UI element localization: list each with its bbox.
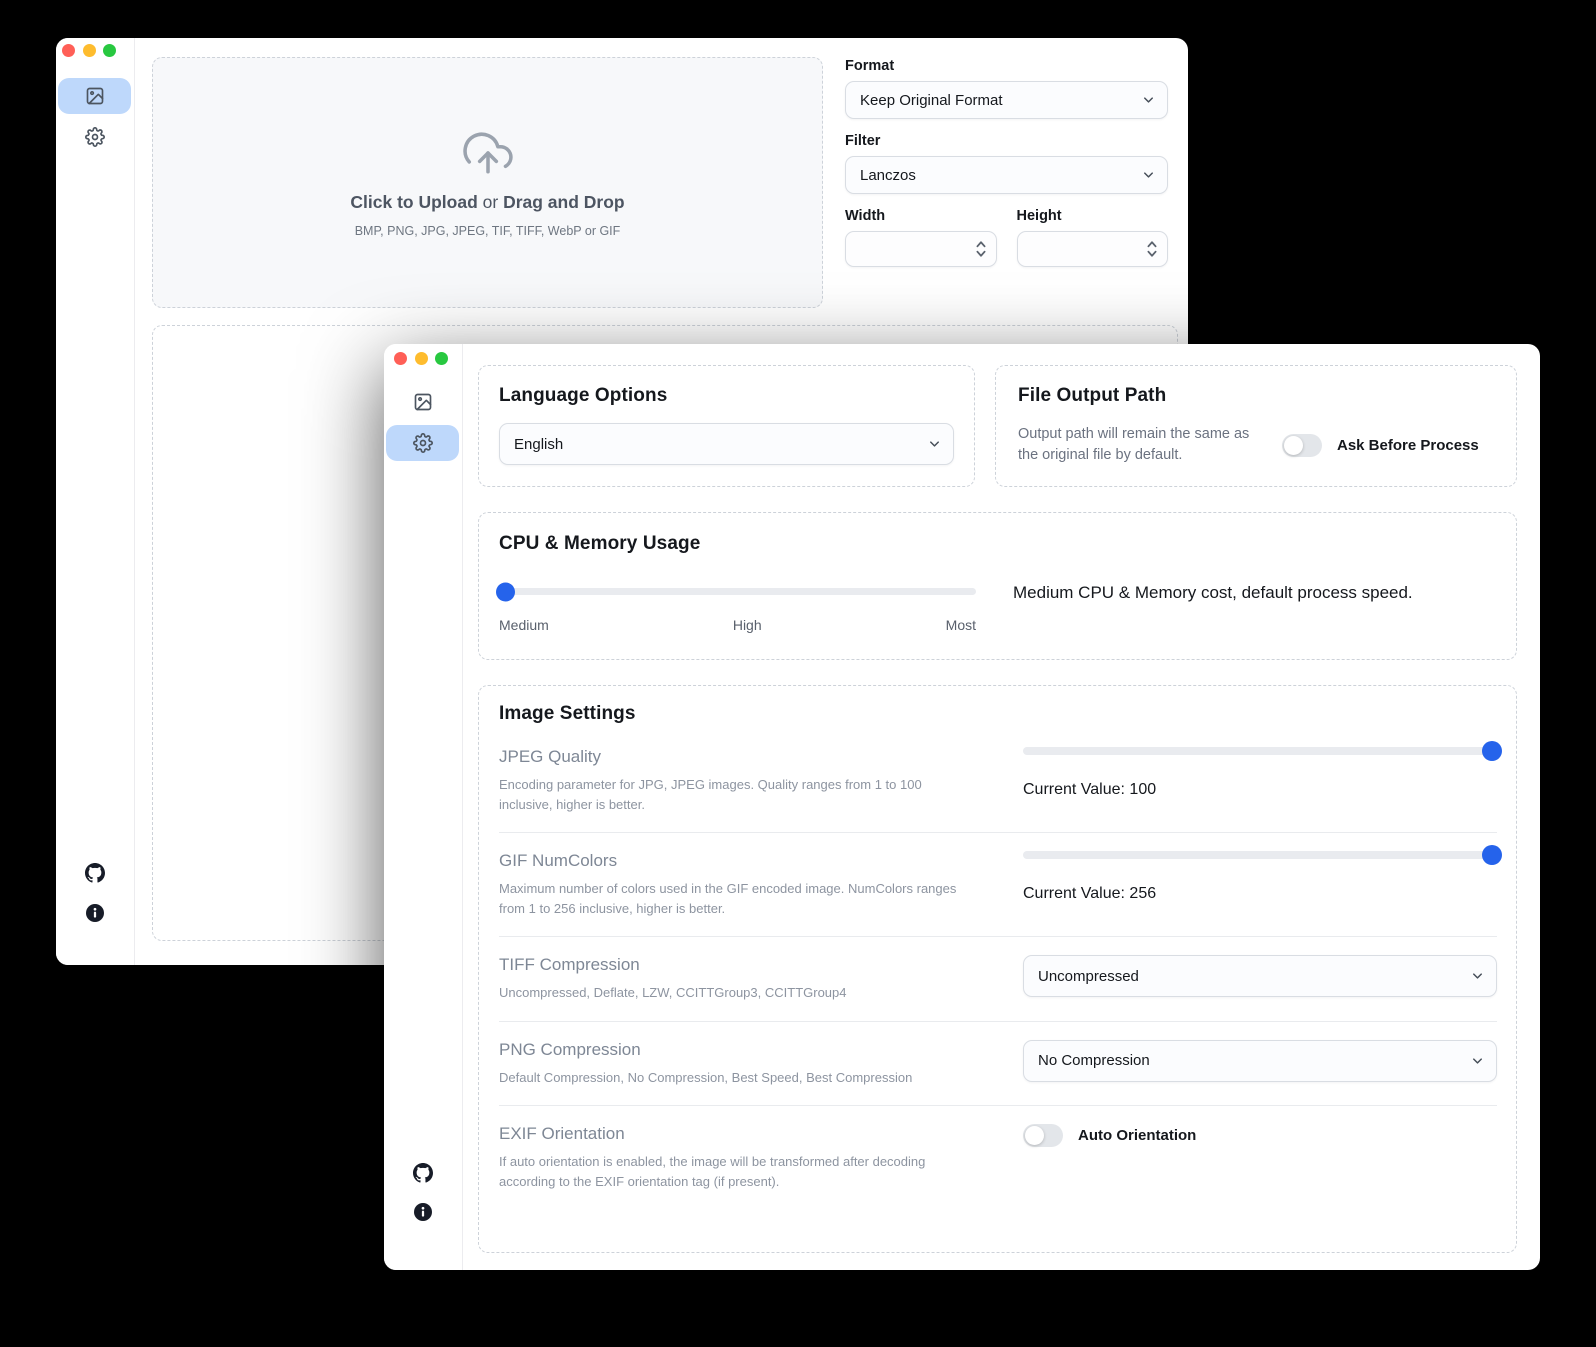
desktop: { "colors": { "accent": "#2563eb", "side… — [0, 0, 1596, 1347]
filter-select-value: Lanczos — [860, 167, 916, 184]
exif-orientation-description: If auto orientation is enabled, the imag… — [499, 1152, 977, 1191]
slider-knob[interactable] — [496, 582, 515, 601]
height-input-wrap — [1017, 231, 1169, 267]
images-icon — [413, 392, 433, 412]
sidebar-item-settings[interactable] — [386, 425, 459, 461]
tiff-compression-value: Uncompressed — [1038, 968, 1139, 985]
cpu-memory-section: CPU & Memory Usage Medium High Most Medi… — [478, 512, 1517, 660]
format-select[interactable]: Keep Original Format — [845, 81, 1168, 119]
gif-numcolors-current-value: Current Value: 256 — [1023, 885, 1497, 903]
width-label: Width — [845, 208, 997, 224]
chevron-down-icon — [1141, 93, 1156, 108]
chevron-down-icon — [1470, 969, 1485, 984]
toggle-knob — [1025, 1126, 1044, 1145]
auto-orientation-toggle[interactable] — [1023, 1124, 1063, 1147]
info-icon[interactable] — [414, 1203, 432, 1221]
sidebar — [56, 38, 135, 965]
close-button[interactable] — [394, 352, 407, 365]
png-compression-row: PNG Compression Default Compression, No … — [499, 1021, 1497, 1106]
github-icon[interactable] — [413, 1163, 433, 1183]
minimize-button[interactable] — [415, 352, 428, 365]
slider-knob[interactable] — [1482, 845, 1502, 865]
image-settings-section: Image Settings JPEG Quality Encoding par… — [478, 685, 1517, 1253]
upload-dropzone[interactable]: Click to Upload or Drag and Drop BMP, PN… — [152, 57, 823, 308]
format-label: Format — [845, 58, 1168, 74]
gif-numcolors-description: Maximum number of colors used in the GIF… — [499, 879, 977, 918]
file-output-path-section: File Output Path Output path will remain… — [995, 365, 1517, 487]
ask-before-process-toggle[interactable] — [1282, 434, 1322, 457]
language-options-section: Language Options English — [478, 365, 975, 487]
jpeg-quality-slider[interactable] — [1023, 747, 1497, 755]
height-label: Height — [1017, 208, 1169, 224]
filter-select[interactable]: Lanczos — [845, 156, 1168, 194]
png-compression-select[interactable]: No Compression — [1023, 1040, 1497, 1082]
sidebar-item-images[interactable] — [386, 384, 459, 420]
jpeg-quality-description: Encoding parameter for JPG, JPEG images.… — [499, 775, 977, 814]
width-input-wrap — [845, 231, 997, 267]
cpu-status-text: Medium CPU & Memory cost, default proces… — [1013, 583, 1413, 603]
png-compression-value: No Compression — [1038, 1052, 1150, 1069]
file-output-path-title: File Output Path — [1018, 385, 1494, 407]
file-output-path-description: Output path will remain the same as the … — [1018, 424, 1260, 466]
filter-label: Filter — [845, 133, 1168, 149]
auto-orientation-label: Auto Orientation — [1078, 1127, 1196, 1144]
tick-most: Most — [946, 617, 976, 633]
gif-numcolors-row: GIF NumColors Maximum number of colors u… — [499, 832, 1497, 936]
tiff-compression-row: TIFF Compression Uncompressed, Deflate, … — [499, 936, 1497, 1021]
gear-icon — [85, 127, 105, 147]
sidebar-item-settings[interactable] — [58, 119, 131, 155]
zoom-button[interactable] — [435, 352, 448, 365]
width-input[interactable] — [846, 232, 996, 266]
language-select[interactable]: English — [499, 423, 954, 465]
format-select-value: Keep Original Format — [860, 92, 1003, 109]
jpeg-quality-current-value: Current Value: 100 — [1023, 781, 1497, 799]
ask-before-process-label: Ask Before Process — [1337, 437, 1479, 454]
images-icon — [85, 86, 105, 106]
info-icon[interactable] — [86, 904, 104, 922]
cpu-slider-ticks: Medium High Most — [499, 617, 976, 633]
jpeg-quality-row: JPEG Quality Encoding parameter for JPG,… — [499, 729, 1497, 832]
upload-supported-formats: BMP, PNG, JPG, JPEG, TIF, TIFF, WebP or … — [355, 224, 621, 238]
chevron-down-icon — [1141, 168, 1156, 183]
upload-title: Click to Upload or Drag and Drop — [350, 192, 624, 213]
zoom-button[interactable] — [103, 44, 116, 57]
gif-numcolors-slider[interactable] — [1023, 851, 1497, 859]
tiff-compression-select[interactable]: Uncompressed — [1023, 955, 1497, 997]
cpu-memory-slider[interactable] — [499, 588, 976, 595]
conversion-options-panel: Format Keep Original Format Filter Lancz… — [845, 58, 1168, 267]
png-compression-title: PNG Compression — [499, 1040, 977, 1060]
exif-orientation-row: EXIF Orientation If auto orientation is … — [499, 1105, 1497, 1209]
cloud-upload-icon — [463, 128, 513, 178]
png-compression-description: Default Compression, No Compression, Bes… — [499, 1068, 977, 1088]
number-stepper-icon[interactable] — [1146, 240, 1158, 258]
tick-high: High — [733, 617, 762, 633]
number-stepper-icon[interactable] — [975, 240, 987, 258]
exif-orientation-title: EXIF Orientation — [499, 1124, 977, 1144]
chevron-down-icon — [1470, 1053, 1485, 1068]
tick-medium: Medium — [499, 617, 549, 633]
image-settings-title: Image Settings — [499, 703, 1497, 725]
gear-icon — [413, 433, 433, 453]
close-button[interactable] — [62, 44, 75, 57]
tiff-compression-description: Uncompressed, Deflate, LZW, CCITTGroup3,… — [499, 983, 977, 1003]
gif-numcolors-title: GIF NumColors — [499, 851, 977, 871]
sidebar-item-images[interactable] — [58, 78, 131, 114]
minimize-button[interactable] — [83, 44, 96, 57]
window-controls — [394, 352, 448, 365]
language-select-value: English — [514, 436, 563, 453]
toggle-knob — [1284, 436, 1303, 455]
language-options-title: Language Options — [499, 385, 954, 407]
window-controls — [62, 44, 116, 57]
settings-window: Language Options English File Output Pat… — [384, 344, 1540, 1270]
sidebar — [384, 344, 463, 1270]
height-input[interactable] — [1018, 232, 1168, 266]
tiff-compression-title: TIFF Compression — [499, 955, 977, 975]
chevron-down-icon — [927, 437, 942, 452]
github-icon[interactable] — [85, 863, 105, 883]
jpeg-quality-title: JPEG Quality — [499, 747, 977, 767]
slider-knob[interactable] — [1482, 741, 1502, 761]
cpu-memory-title: CPU & Memory Usage — [499, 533, 1494, 555]
